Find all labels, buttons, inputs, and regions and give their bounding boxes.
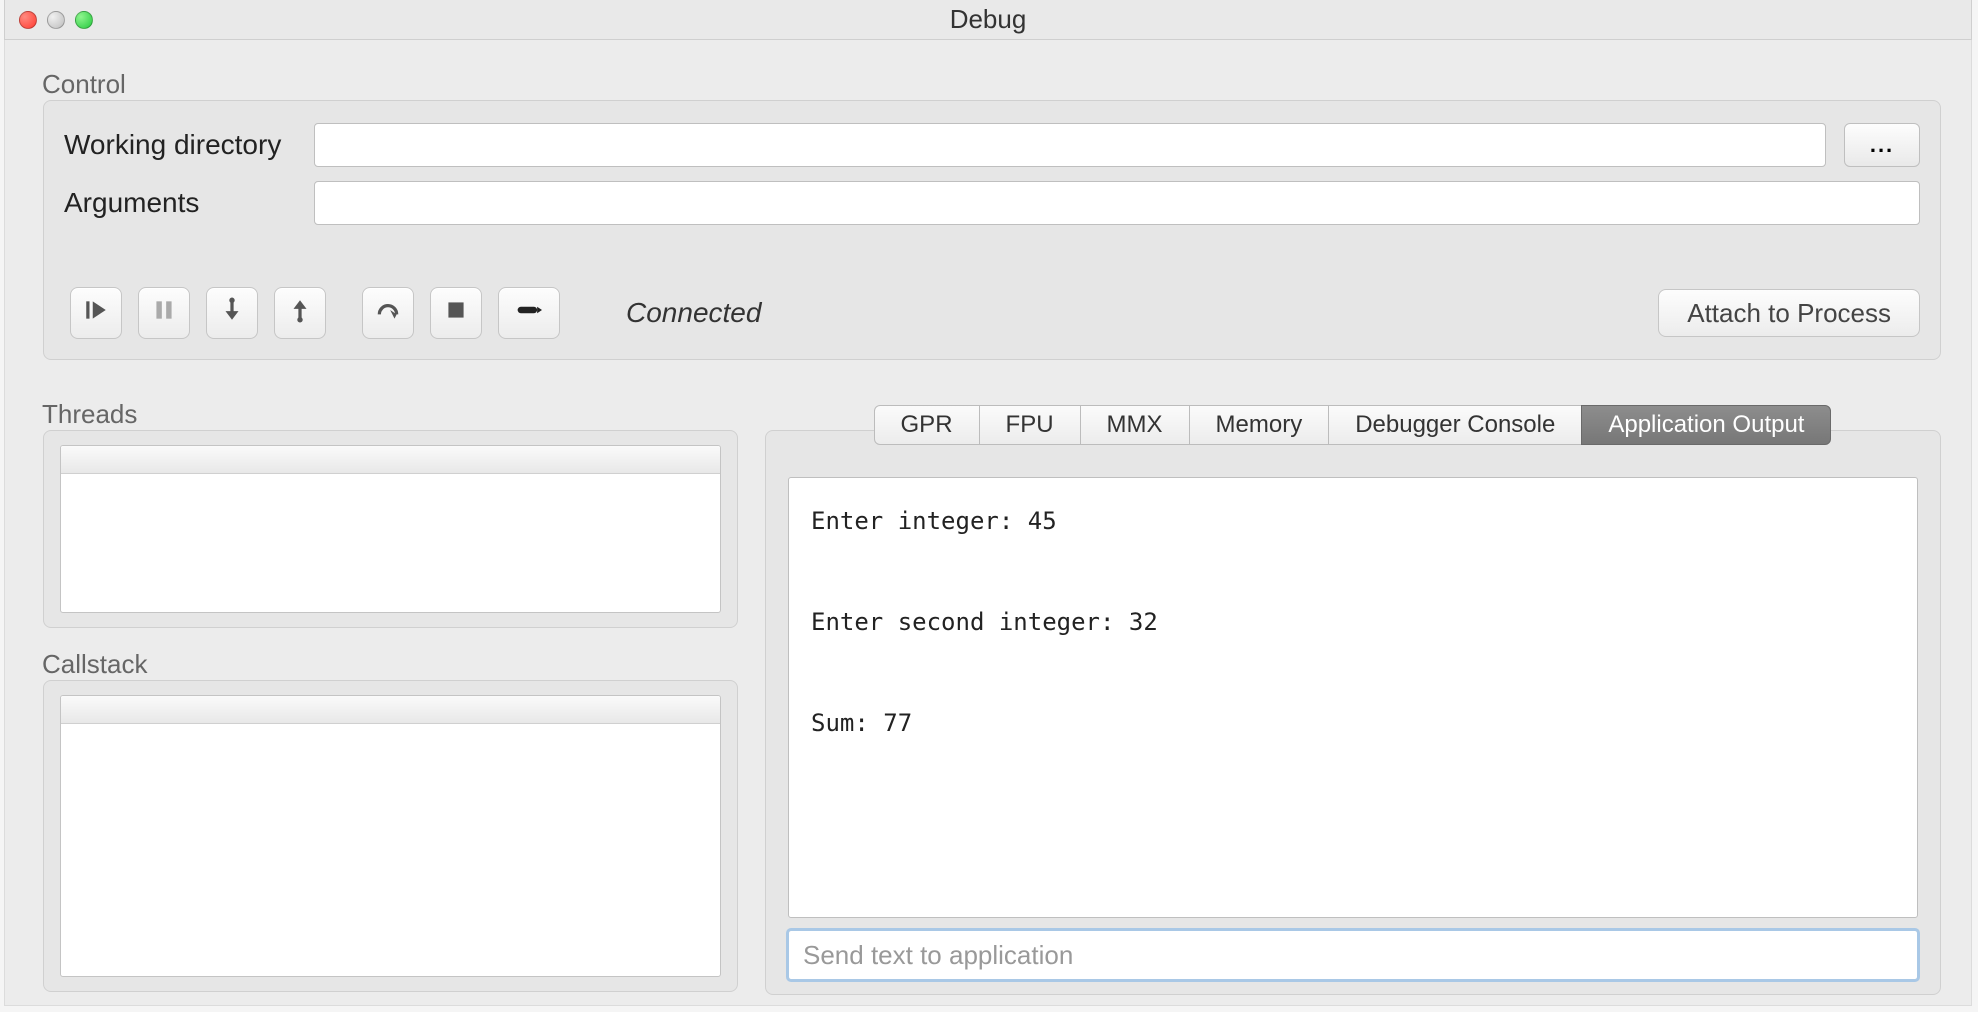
tab-memory[interactable]: Memory: [1189, 405, 1330, 445]
step-out-button[interactable]: [274, 287, 326, 339]
tab-label: GPR: [901, 411, 953, 439]
application-output[interactable]: Enter integer: 45 Enter second integer: …: [788, 477, 1918, 918]
step-out-icon: [287, 297, 313, 330]
run-button[interactable]: [70, 287, 122, 339]
stop-button[interactable]: [430, 287, 482, 339]
arguments-row: Arguments: [64, 179, 1920, 227]
callstack-group: Callstack: [43, 680, 738, 992]
threads-label: Threads: [42, 399, 137, 430]
send-line: [788, 930, 1918, 980]
zoom-icon[interactable]: [75, 11, 93, 29]
callstack-label: Callstack: [42, 649, 147, 680]
working-dir-input[interactable]: [314, 123, 1826, 167]
threads-group: Threads: [43, 430, 738, 628]
tab-label: Memory: [1216, 411, 1303, 439]
control-group: Control Working directory ... Arguments: [43, 100, 1941, 360]
step-into-button[interactable]: [206, 287, 258, 339]
callstack-list-header: [61, 696, 720, 724]
send-text-input[interactable]: [788, 930, 1918, 980]
working-dir-label: Working directory: [64, 129, 314, 161]
titlebar: Debug: [4, 0, 1972, 40]
tab-debugger-console[interactable]: Debugger Console: [1328, 405, 1582, 445]
step-over-icon: [375, 297, 401, 330]
window-controls: [19, 11, 93, 29]
minimize-icon[interactable]: [47, 11, 65, 29]
threads-list-header: [61, 446, 720, 474]
arguments-label: Arguments: [64, 187, 314, 219]
browse-button[interactable]: ...: [1844, 123, 1920, 167]
tab-fpu[interactable]: FPU: [979, 405, 1081, 445]
working-dir-row: Working directory ...: [64, 121, 1920, 169]
pause-button[interactable]: [138, 287, 190, 339]
close-icon[interactable]: [19, 11, 37, 29]
threads-list[interactable]: [60, 445, 721, 613]
tab-label: Application Output: [1608, 411, 1804, 439]
step-over-button[interactable]: [362, 287, 414, 339]
step-into-icon: [219, 297, 245, 330]
arguments-input[interactable]: [314, 181, 1920, 225]
control-group-label: Control: [42, 69, 126, 100]
window-body: Control Working directory ... Arguments: [4, 40, 1972, 1006]
tab-bar: GPR FPU MMX Memory Debugger Console Appl…: [766, 405, 1940, 449]
breakpoint-icon: [516, 297, 542, 330]
window-title: Debug: [950, 4, 1027, 35]
tab-application-output[interactable]: Application Output: [1581, 405, 1831, 445]
debug-toolbar: Connected Attach to Process: [70, 285, 1920, 341]
connection-status: Connected: [626, 297, 761, 329]
callstack-list[interactable]: [60, 695, 721, 977]
right-panel: GPR FPU MMX Memory Debugger Console Appl…: [765, 430, 1941, 995]
attach-to-process-button[interactable]: Attach to Process: [1658, 289, 1920, 337]
tab-label: FPU: [1006, 411, 1054, 439]
tab-mmx[interactable]: MMX: [1080, 405, 1190, 445]
stop-icon: [443, 297, 469, 330]
tab-label: Debugger Console: [1355, 411, 1555, 439]
pause-icon: [151, 297, 177, 330]
play-icon: [83, 297, 109, 330]
tab-gpr[interactable]: GPR: [874, 405, 980, 445]
breakpoint-button[interactable]: [498, 287, 560, 339]
tab-label: MMX: [1107, 411, 1163, 439]
